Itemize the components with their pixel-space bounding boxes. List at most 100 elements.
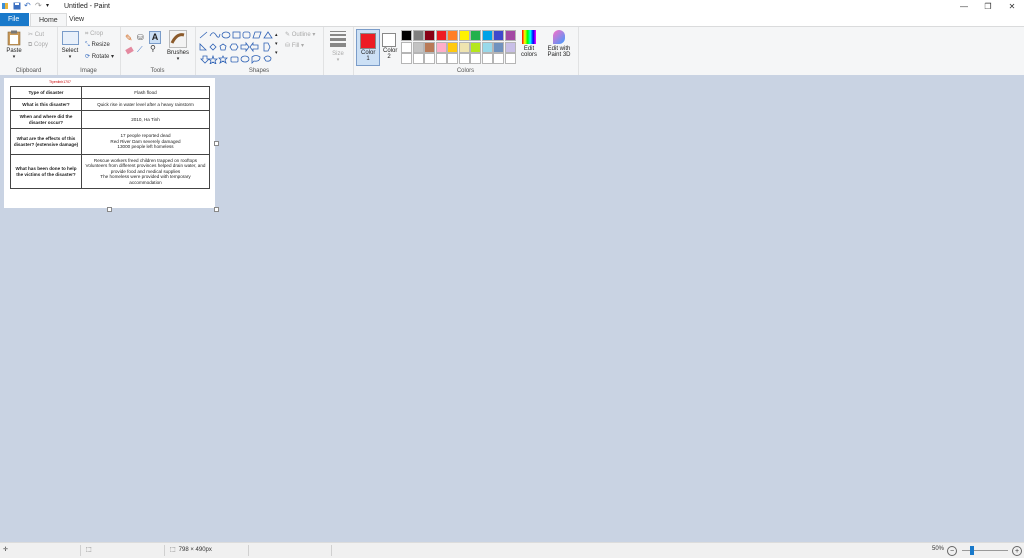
palette-swatch[interactable] — [435, 41, 447, 53]
palette-swatch[interactable] — [470, 53, 481, 64]
tools-group-label: Tools — [150, 68, 165, 74]
magnifier-icon[interactable]: ⚲ — [150, 44, 156, 53]
palette-swatch[interactable] — [424, 30, 435, 41]
palette-swatch[interactable] — [493, 41, 504, 53]
color-palette — [401, 30, 521, 65]
copy-icon: ⧉ — [28, 42, 33, 48]
size-button[interactable]: Size ▾ — [328, 31, 348, 63]
image-dimensions-text: 798 × 490px — [178, 546, 212, 553]
brushes-button[interactable]: Brushes ▾ — [166, 30, 190, 62]
undo-icon[interactable]: ↶ — [24, 2, 32, 10]
pencil-icon[interactable]: ✎ — [125, 33, 133, 44]
color2-button[interactable]: Color 2 — [380, 29, 398, 64]
minimize-button[interactable]: — — [952, 0, 976, 13]
image-size-icon: ⬚ — [170, 547, 176, 553]
resize-handle-right[interactable] — [214, 141, 219, 146]
palette-swatch[interactable] — [447, 41, 458, 53]
clipboard-group: Paste ▾ ✂ Cut ⧉ Copy Clipboard — [0, 27, 58, 75]
palette-swatch[interactable] — [481, 41, 493, 53]
copy-button[interactable]: ⧉ Copy — [28, 42, 48, 49]
colors-group-label: Colors — [456, 68, 475, 74]
palette-swatch[interactable] — [435, 53, 447, 64]
tab-view[interactable]: View — [61, 13, 92, 26]
ribbon: Paste ▾ ✂ Cut ⧉ Copy Clipboard Select ▾ … — [0, 26, 1024, 76]
color1-button[interactable]: Color 1 — [356, 29, 380, 66]
zoom-out-button[interactable]: − — [947, 546, 957, 556]
customize-qat-icon[interactable]: ▾ — [46, 2, 54, 10]
drawing-canvas[interactable]: Ttyenlinh1707 Type of disaster Flash floo… — [4, 78, 215, 208]
palette-swatch[interactable] — [458, 30, 470, 41]
table-row: When and where did the disaster occur? 20… — [10, 110, 210, 129]
edit-colors-button[interactable]: Edit colors — [519, 30, 539, 58]
question-cell: When and where did the disaster occur? — [10, 110, 82, 129]
palette-swatch[interactable] — [424, 53, 435, 64]
resize-handle-corner[interactable] — [214, 207, 219, 212]
palette-swatch[interactable] — [481, 30, 493, 41]
canvas-workspace: Ttyenlinh1707 Type of disaster Flash floo… — [0, 75, 1024, 542]
palette-swatch[interactable] — [447, 53, 458, 64]
ribbon-tabs: File Home View — [0, 13, 1024, 26]
signature-text: Ttyenlinh1707 — [49, 80, 71, 84]
cut-button[interactable]: ✂ Cut — [28, 31, 44, 38]
question-cell: Type of disaster — [10, 86, 82, 99]
palette-swatch[interactable] — [412, 30, 424, 41]
palette-swatch[interactable] — [504, 53, 516, 64]
redo-icon[interactable]: ↷ — [35, 2, 43, 10]
palette-swatch[interactable] — [493, 30, 504, 41]
palette-swatch[interactable] — [401, 41, 412, 53]
palette-swatch[interactable] — [481, 53, 493, 64]
resize-handle-bottom[interactable] — [107, 207, 112, 212]
fill-bucket-icon[interactable]: ⛁ — [137, 33, 144, 42]
answer-cell: Quick rise in water level after a heavy … — [81, 98, 210, 111]
text-tool-icon[interactable]: A — [149, 31, 161, 44]
zoom-slider-thumb[interactable] — [970, 546, 974, 555]
eraser-icon[interactable] — [125, 46, 134, 55]
palette-swatch[interactable] — [493, 53, 504, 64]
answer-cell: 17 people reported dead Red River Dam se… — [81, 128, 210, 155]
selection-size: ⬚ — [86, 546, 92, 553]
crop-button[interactable]: ⌗ Crop — [85, 31, 103, 38]
resize-icon: ⤡ — [85, 42, 90, 48]
image-group: Select ▾ ⌗ Crop ⤡ Resize ⟳ Rotate ▾ Imag… — [57, 27, 121, 75]
crosshair-icon: ✛ — [3, 547, 9, 553]
tools-group: ✎ ⛁ A ⟋ ⚲ Brushes ▾ Tools — [120, 27, 196, 75]
palette-swatch[interactable] — [470, 30, 481, 41]
palette-swatch[interactable] — [412, 53, 424, 64]
edit-colors-label: Edit colors — [520, 46, 537, 58]
question-cell: What are the effects of this disaster? (… — [10, 128, 82, 155]
palette-swatch[interactable] — [435, 30, 447, 41]
palette-swatch[interactable] — [401, 53, 412, 64]
window-title: Untitled - Paint — [64, 3, 110, 10]
palette-swatch[interactable] — [401, 30, 412, 41]
select-button[interactable]: Select ▾ — [60, 31, 80, 60]
fill-button[interactable]: ⛁ Fill ▾ — [285, 42, 304, 49]
restore-button[interactable]: ❐ — [976, 0, 1000, 13]
tab-file[interactable]: File — [0, 13, 29, 26]
shapes-gallery[interactable] — [198, 30, 278, 64]
palette-swatch[interactable] — [504, 30, 516, 41]
color-picker-icon[interactable]: ⟋ — [137, 45, 143, 55]
palette-swatch[interactable] — [447, 30, 458, 41]
paint3d-button[interactable]: Edit with Paint 3D — [544, 30, 574, 58]
shapes-scroll-icon[interactable]: ▴ ▾ ▾ — [275, 31, 278, 58]
zoom-in-button[interactable]: + — [1012, 546, 1022, 556]
palette-swatch[interactable] — [458, 53, 470, 64]
palette-swatch[interactable] — [412, 41, 424, 53]
select-rectangle-icon — [61, 31, 79, 45]
selection-size-icon: ⬚ — [86, 547, 92, 553]
answer-cell: Flash flood — [81, 86, 210, 99]
title-bar: ↶ ↷ ▾ Untitled - Paint — ❐ ✕ — [0, 0, 1024, 13]
palette-swatch[interactable] — [470, 41, 481, 53]
quick-access-toolbar: ↶ ↷ ▾ — [2, 2, 54, 10]
table-row: What is this disaster? Quick rise in wate… — [10, 98, 210, 111]
paste-button[interactable]: Paste ▾ — [4, 30, 24, 60]
outline-button[interactable]: ✎ Outline ▾ — [285, 31, 315, 38]
close-button[interactable]: ✕ — [1000, 0, 1024, 13]
rotate-button[interactable]: ⟳ Rotate ▾ — [85, 53, 114, 60]
palette-swatch[interactable] — [504, 41, 516, 53]
save-icon[interactable] — [13, 2, 21, 10]
palette-swatch[interactable] — [424, 41, 435, 53]
resize-button[interactable]: ⤡ Resize — [85, 42, 110, 49]
zoom-slider-track[interactable] — [962, 550, 1008, 551]
palette-swatch[interactable] — [458, 41, 470, 53]
